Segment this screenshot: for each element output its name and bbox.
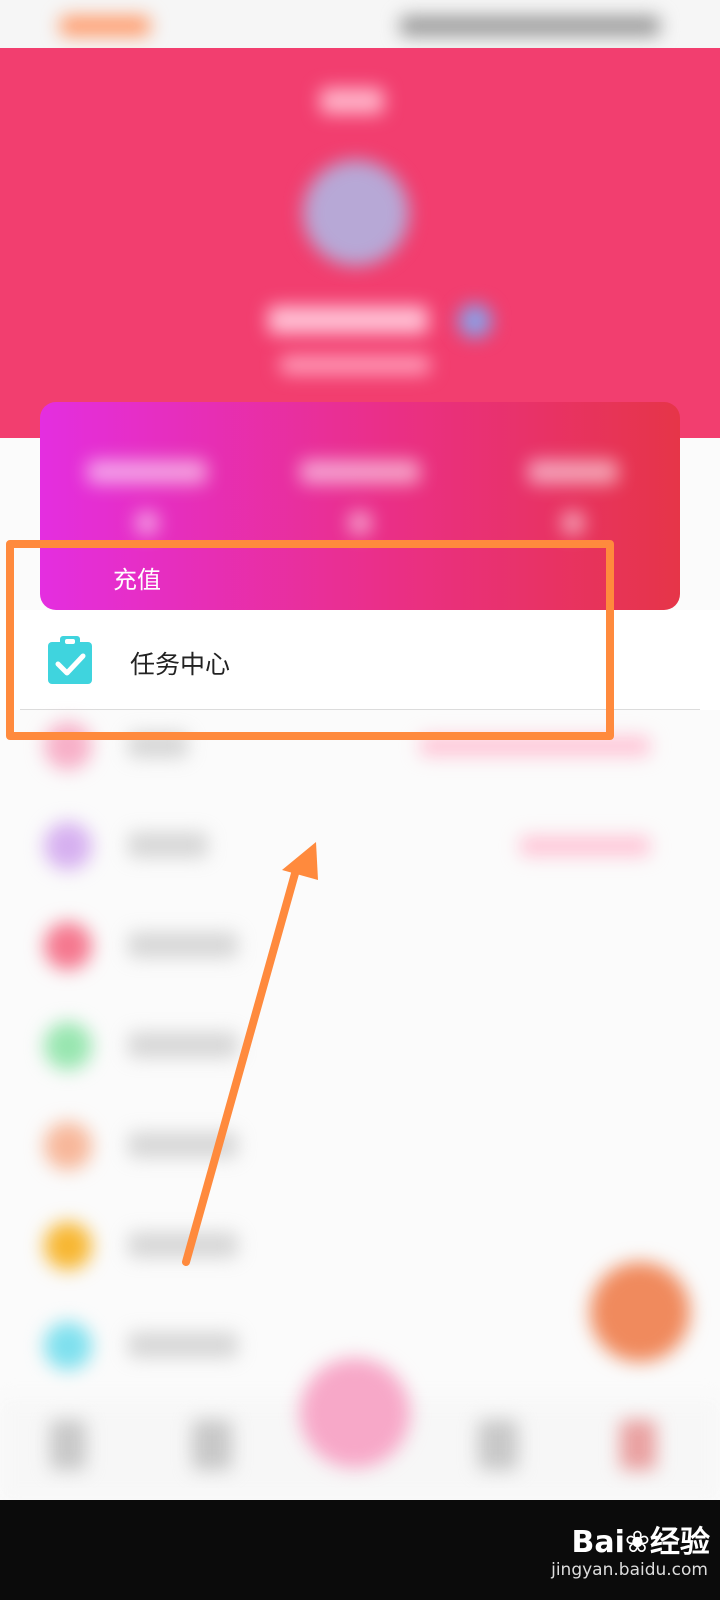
watermark-logo: Bai❀经验 <box>571 1517 710 1561</box>
paw-icon: ❀ <box>624 1525 650 1560</box>
annotation-arrow-icon <box>182 842 318 1266</box>
watermark-brand: Bai <box>571 1525 625 1560</box>
watermark-brand-suffix: 经验 <box>650 1525 710 1560</box>
watermark-url: jingyan.baidu.com <box>551 1560 708 1580</box>
